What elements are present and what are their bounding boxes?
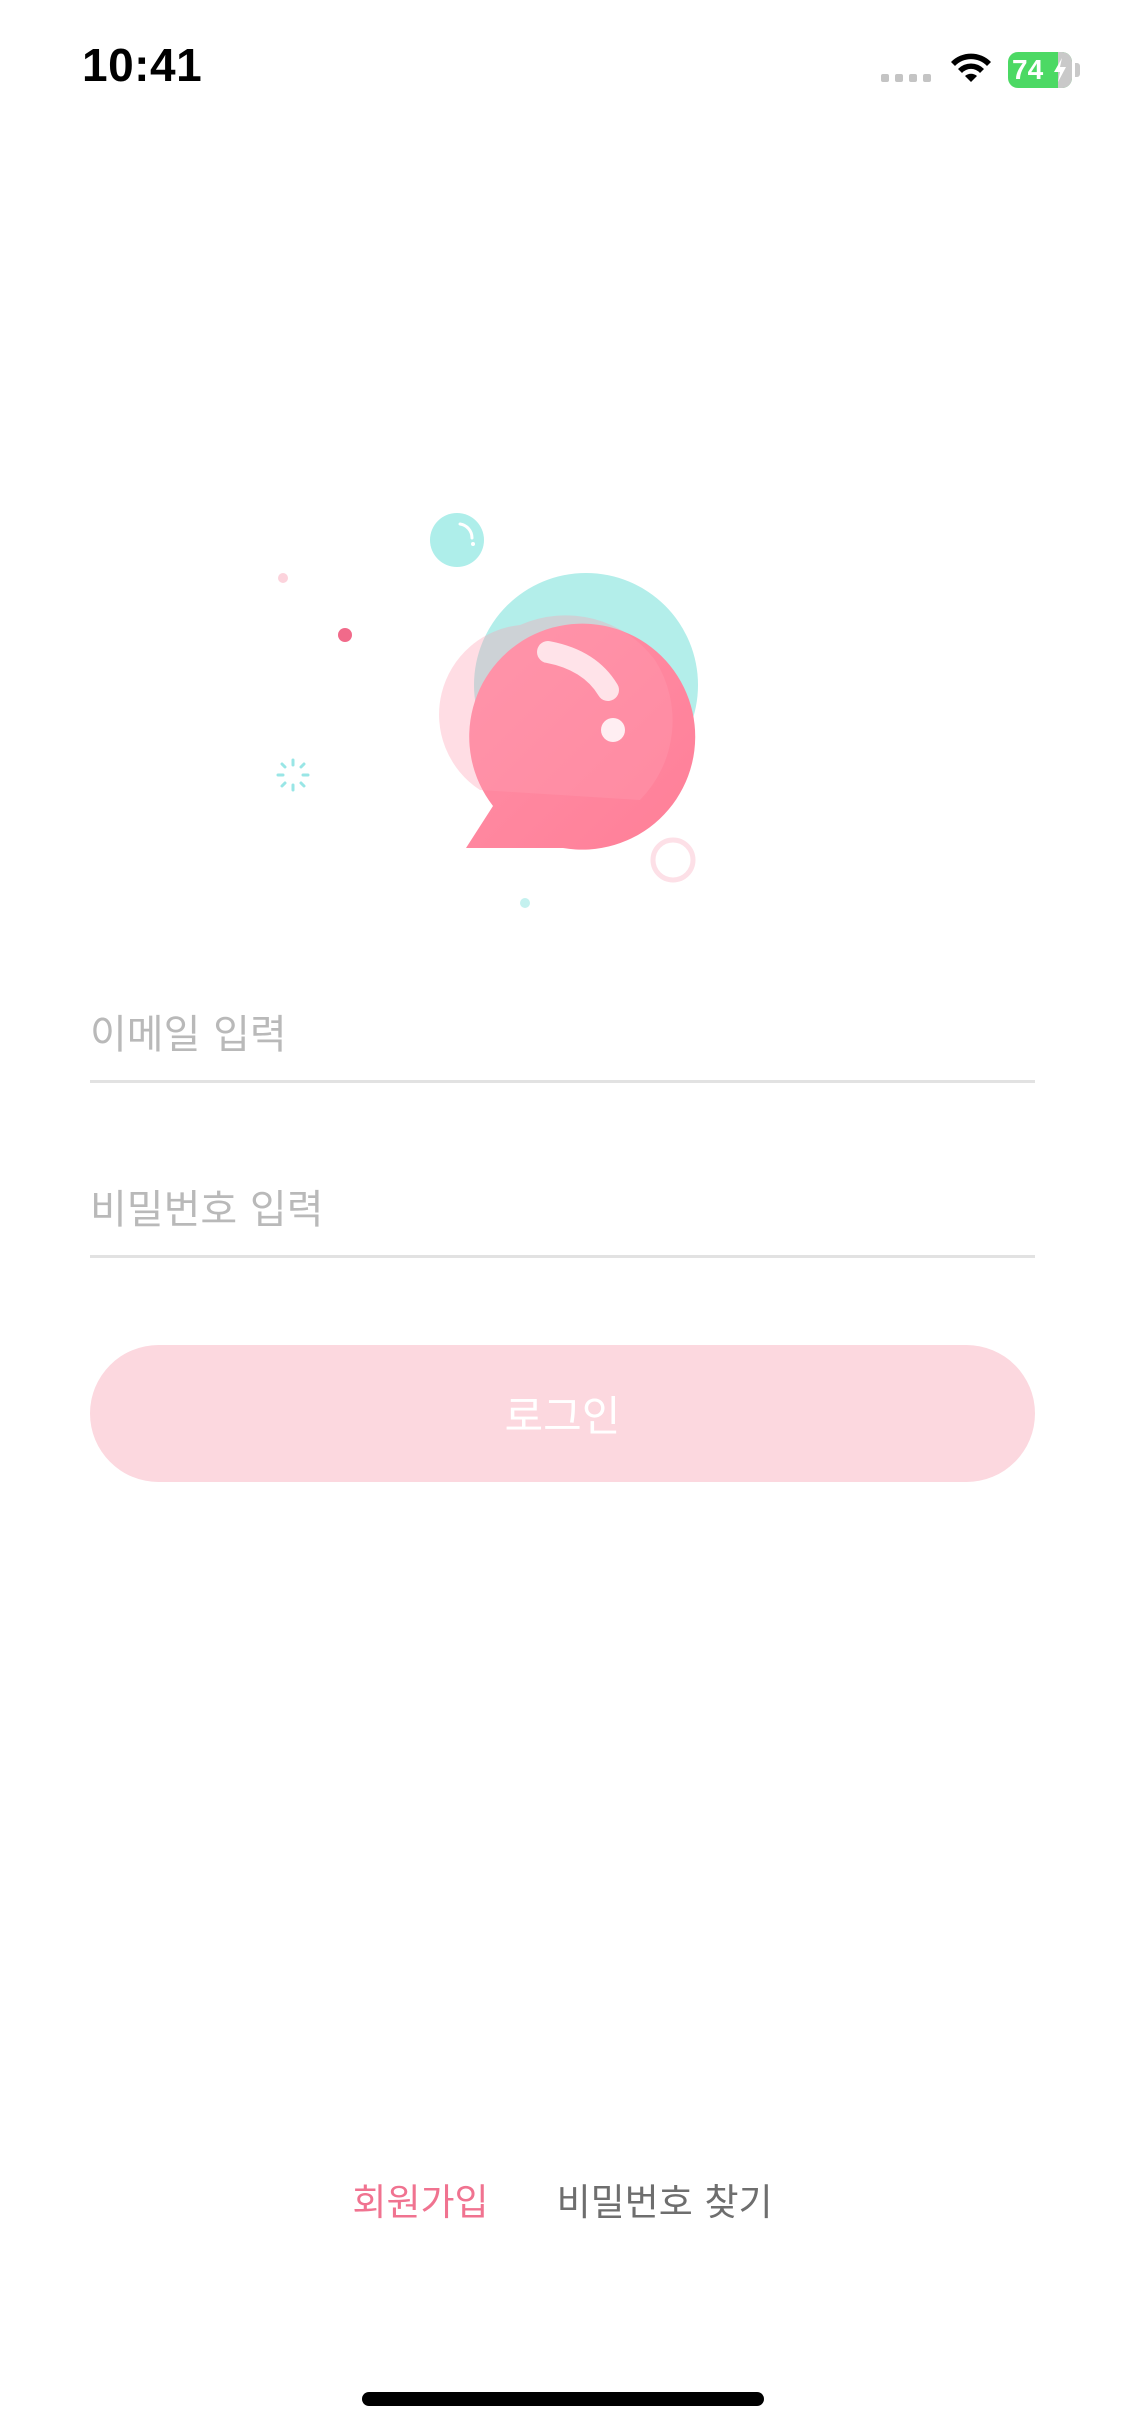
signup-link[interactable]: 회원가입 xyxy=(352,2172,488,2226)
find-password-link[interactable]: 비밀번호 찾기 xyxy=(557,2172,773,2226)
signal-dots-icon xyxy=(881,74,931,82)
sparkle-icon xyxy=(276,758,310,792)
battery-cap xyxy=(1075,63,1080,77)
battery-percent: 74 xyxy=(1012,54,1044,85)
charging-bolt-icon xyxy=(1054,58,1066,82)
status-bar: 10:41 74 xyxy=(0,0,1125,140)
status-time: 10:41 xyxy=(82,39,203,91)
chat-bubbles-icon xyxy=(276,513,698,908)
battery-icon: 74 xyxy=(1008,52,1072,88)
email-field[interactable] xyxy=(90,990,1035,1083)
wifi-icon xyxy=(951,53,991,82)
footer-links: 회원가입 비밀번호 찾기 xyxy=(0,2172,1125,2226)
home-indicator[interactable] xyxy=(362,2392,764,2406)
password-field[interactable] xyxy=(90,1165,1035,1258)
login-button[interactable]: 로그인 xyxy=(90,1345,1035,1482)
